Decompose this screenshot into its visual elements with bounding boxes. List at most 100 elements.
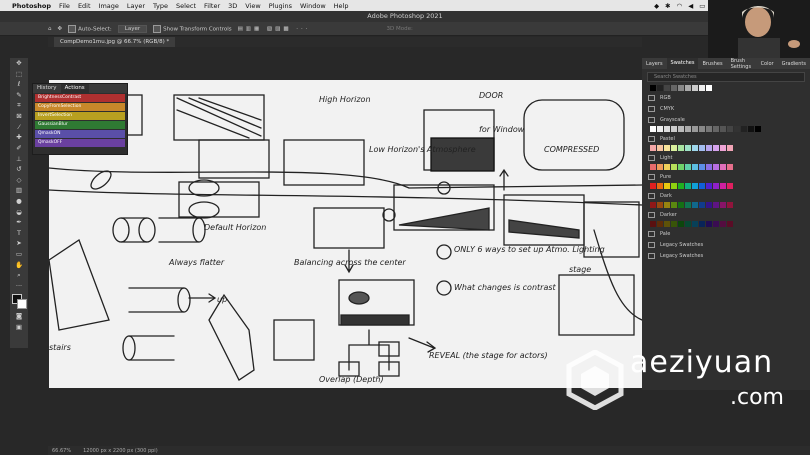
swatch-group-pure[interactable]: Pure <box>648 173 810 181</box>
swatch[interactable] <box>657 164 663 170</box>
swatch[interactable] <box>685 202 691 208</box>
menu-3d[interactable]: 3D <box>228 2 237 10</box>
swatch-group-legacy-2[interactable]: Legacy Swatches <box>648 252 810 260</box>
blur-tool-icon[interactable]: ● <box>10 196 28 207</box>
eyedropper-tool-icon[interactable]: ⁄ <box>10 122 28 133</box>
swatch[interactable] <box>720 164 726 170</box>
action-item[interactable]: InvertSelection <box>35 112 125 120</box>
bluetooth-icon[interactable]: ✱ <box>665 2 670 10</box>
menu-filter[interactable]: Filter <box>204 2 220 10</box>
path-select-tool-icon[interactable]: ➤ <box>10 238 28 249</box>
swatch[interactable] <box>671 145 677 151</box>
tab-swatches[interactable]: Swatches <box>666 58 699 69</box>
swatch[interactable] <box>671 85 677 91</box>
swatch[interactable] <box>699 183 705 189</box>
swatch[interactable] <box>706 126 712 132</box>
screen-mode-icon[interactable]: ▣ <box>10 322 28 333</box>
swatch[interactable] <box>720 126 726 132</box>
quick-select-tool-icon[interactable]: ✎ <box>10 90 28 101</box>
swatch[interactable] <box>706 164 712 170</box>
swatch-group-legacy[interactable]: Legacy Swatches <box>648 241 810 249</box>
swatch[interactable] <box>706 85 712 91</box>
swatch[interactable] <box>685 183 691 189</box>
move-tool-icon[interactable]: ✥ <box>10 58 28 69</box>
swatch[interactable] <box>699 85 705 91</box>
swatch[interactable] <box>650 202 656 208</box>
swatch-group-grayscale[interactable]: Grayscale <box>648 116 810 124</box>
tab-actions[interactable]: Actions <box>60 84 89 93</box>
swatch[interactable] <box>699 202 705 208</box>
home-icon[interactable]: ⌂ <box>48 26 52 32</box>
swatch[interactable] <box>650 145 656 151</box>
color-swatches-icon[interactable] <box>10 291 28 311</box>
swatch[interactable] <box>664 126 670 132</box>
auto-select-dropdown[interactable]: Layer <box>117 24 148 33</box>
swatch[interactable] <box>685 85 691 91</box>
menu-image[interactable]: Image <box>99 2 119 10</box>
swatch[interactable] <box>664 85 670 91</box>
show-transform-checkbox[interactable]: Show Transform Controls <box>153 24 232 33</box>
swatch[interactable] <box>720 221 726 227</box>
swatch[interactable] <box>692 145 698 151</box>
menu-plugins[interactable]: Plugins <box>269 2 292 10</box>
swatch[interactable] <box>657 202 663 208</box>
swatch[interactable] <box>727 202 733 208</box>
tab-brushes[interactable]: Brushes <box>698 61 726 67</box>
marquee-tool-icon[interactable]: ⬚ <box>10 69 28 80</box>
swatch[interactable] <box>713 126 719 132</box>
swatch[interactable] <box>699 164 705 170</box>
swatch-group-pastel[interactable]: Pastel <box>648 135 810 143</box>
swatch[interactable] <box>650 183 656 189</box>
menu-file[interactable]: File <box>59 2 70 10</box>
pen-tool-icon[interactable]: ✒ <box>10 217 28 228</box>
swatch[interactable] <box>657 85 663 91</box>
swatch[interactable] <box>699 145 705 151</box>
swatch[interactable] <box>664 202 670 208</box>
swatch[interactable] <box>664 145 670 151</box>
swatch[interactable] <box>685 145 691 151</box>
menu-type[interactable]: Type <box>153 2 168 10</box>
more-tools-icon[interactable]: ··· <box>10 280 28 291</box>
move-tool-icon[interactable]: ✥ <box>58 26 63 32</box>
eraser-tool-icon[interactable]: ◇ <box>10 175 28 186</box>
swatch[interactable] <box>685 221 691 227</box>
align-icons[interactable]: ▤▥▦ ▧▨▩ ··· <box>238 26 311 32</box>
swatch[interactable] <box>713 164 719 170</box>
swatches-search[interactable]: Search Swatches <box>647 72 805 82</box>
swatch[interactable] <box>678 126 684 132</box>
swatch[interactable] <box>692 221 698 227</box>
swatch[interactable] <box>650 164 656 170</box>
swatch[interactable] <box>706 221 712 227</box>
swatch[interactable] <box>664 221 670 227</box>
battery-icon[interactable]: ▭ <box>699 2 705 10</box>
swatch[interactable] <box>720 183 726 189</box>
action-item[interactable]: BrightnessContrast <box>35 94 125 102</box>
document-canvas[interactable]: High Horizon Low Horizon's Atmosphere DO… <box>49 80 642 388</box>
swatch[interactable] <box>727 164 733 170</box>
dodge-tool-icon[interactable]: ◒ <box>10 206 28 217</box>
swatch[interactable] <box>685 164 691 170</box>
swatch[interactable] <box>685 126 691 132</box>
swatch[interactable] <box>713 202 719 208</box>
swatch[interactable] <box>720 202 726 208</box>
swatch[interactable] <box>671 126 677 132</box>
shape-tool-icon[interactable]: ▭ <box>10 249 28 260</box>
swatch[interactable] <box>671 183 677 189</box>
swatch[interactable] <box>741 126 747 132</box>
hand-tool-icon[interactable]: ✋ <box>10 259 28 270</box>
swatch[interactable] <box>727 126 733 132</box>
swatch[interactable] <box>727 183 733 189</box>
menu-photoshop[interactable]: Photoshop <box>12 2 51 10</box>
swatch[interactable] <box>692 183 698 189</box>
wifi-icon[interactable]: ◠ <box>677 2 683 10</box>
swatch[interactable] <box>657 221 663 227</box>
menu-edit[interactable]: Edit <box>78 2 91 10</box>
crop-tool-icon[interactable]: ⌗ <box>10 100 28 111</box>
action-item[interactable]: QmaskOFF <box>35 139 125 147</box>
menu-select[interactable]: Select <box>176 2 196 10</box>
volume-icon[interactable]: ◀ <box>688 2 693 10</box>
menu-help[interactable]: Help <box>334 2 349 10</box>
swatch[interactable] <box>706 202 712 208</box>
menu-layer[interactable]: Layer <box>127 2 145 10</box>
swatch[interactable] <box>713 183 719 189</box>
